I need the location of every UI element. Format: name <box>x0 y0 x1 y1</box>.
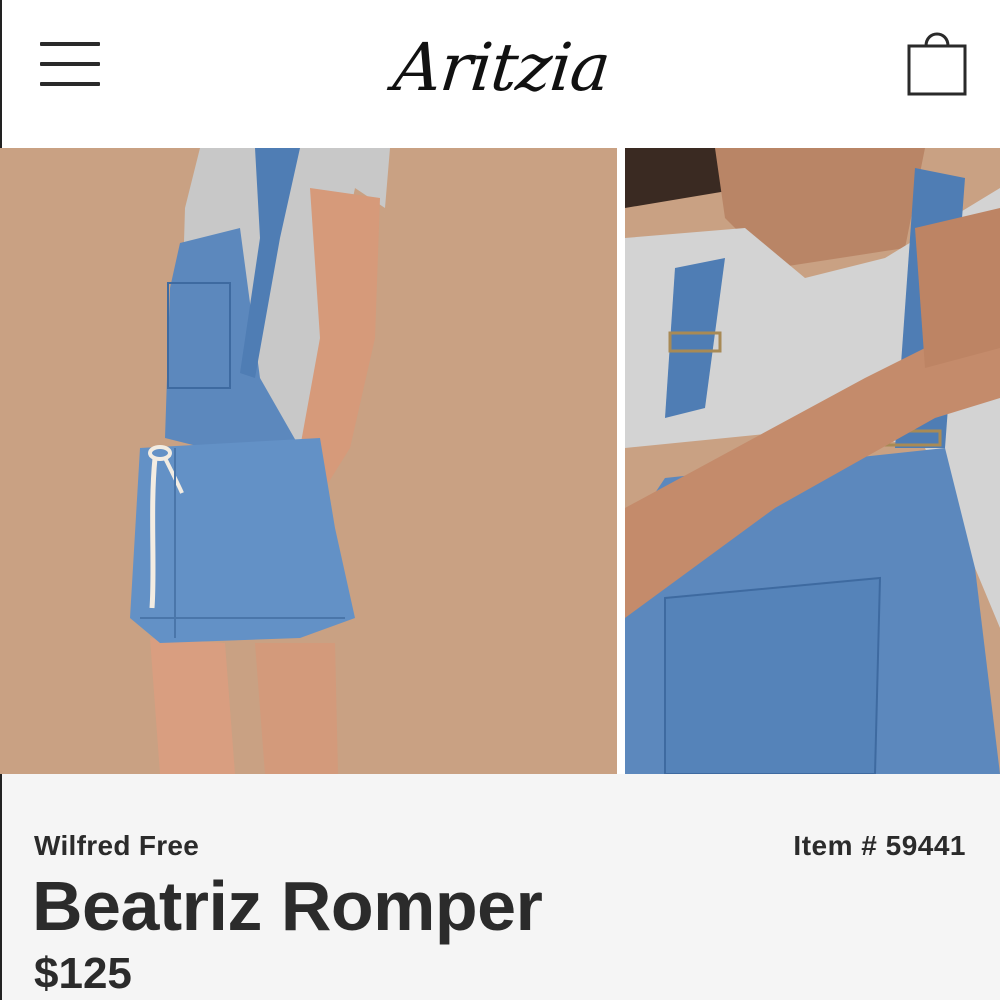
product-gallery <box>0 148 1000 774</box>
product-price: $125 <box>34 949 132 998</box>
shopping-bag-icon[interactable] <box>906 24 968 98</box>
product-photo-detail[interactable] <box>625 148 1000 774</box>
product-brand[interactable]: Wilfred Free <box>34 830 199 862</box>
logo-text: Aritzia <box>390 29 614 106</box>
brand-logo[interactable]: Aritzia <box>377 18 627 118</box>
product-info: Wilfred Free Item # 59441 Beatriz Romper… <box>0 774 1000 1000</box>
product-title: Beatriz Romper <box>32 867 543 945</box>
hamburger-menu-icon[interactable] <box>40 42 100 88</box>
product-photo-main[interactable] <box>0 148 617 774</box>
site-header: Aritzia <box>0 0 1000 148</box>
item-number: Item # 59441 <box>793 830 966 861</box>
